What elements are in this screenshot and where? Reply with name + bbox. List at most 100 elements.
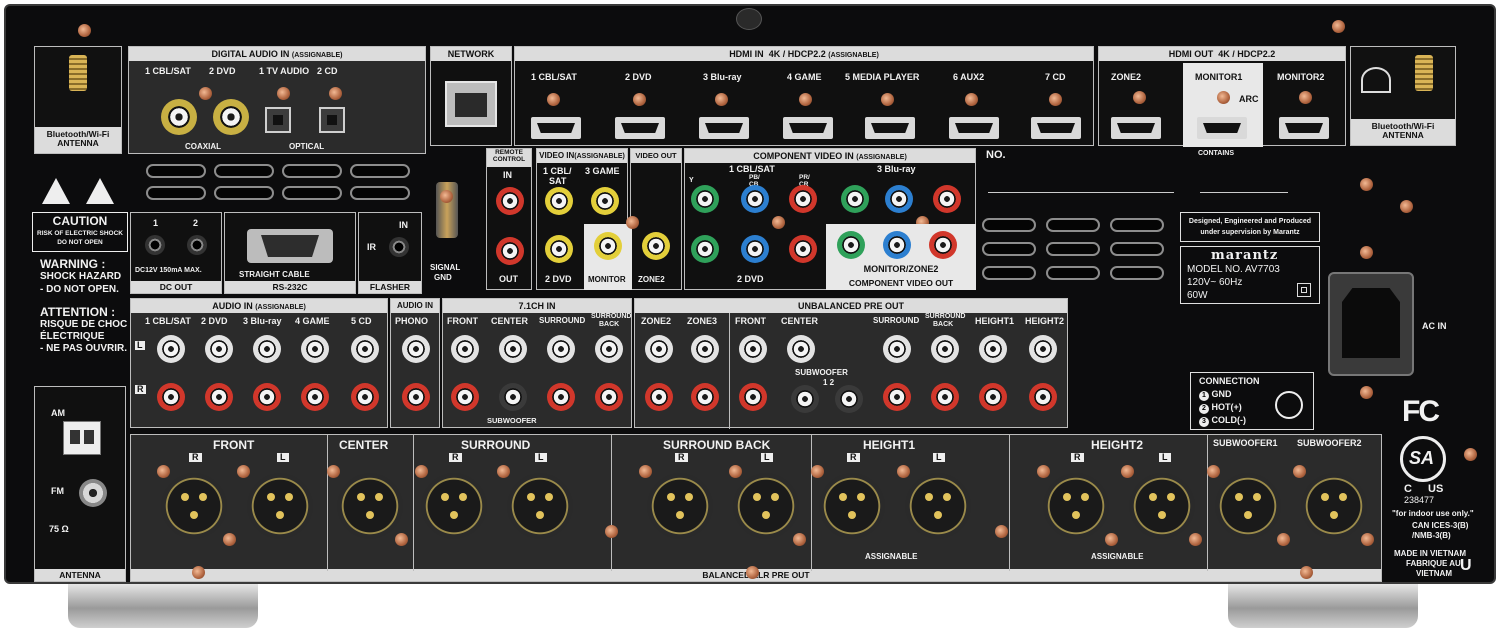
pre-out-surround-back-l[interactable]: [931, 335, 959, 363]
component-in-3-pb[interactable]: [885, 185, 913, 213]
xlr-center[interactable]: [337, 473, 403, 539]
xlr-front-l[interactable]: [247, 473, 313, 539]
audio-in-3-r[interactable]: [253, 383, 281, 411]
component-in-1-pr[interactable]: [789, 185, 817, 213]
component-out-y[interactable]: [837, 231, 865, 259]
pre-out-front-l[interactable]: [739, 335, 767, 363]
audio-in-4-l[interactable]: [301, 335, 329, 363]
component-in-3-y[interactable]: [841, 185, 869, 213]
component-in-1-pb[interactable]: [741, 185, 769, 213]
hdmi-in-port-5[interactable]: [865, 117, 915, 139]
pre-out-zone3-l[interactable]: [691, 335, 719, 363]
audio-in-2-l[interactable]: [205, 335, 233, 363]
audio-in-5-r[interactable]: [351, 383, 379, 411]
remote-out-jack[interactable]: [496, 237, 524, 265]
phono-r[interactable]: [402, 383, 430, 411]
connection-cold: 3 COLD(-): [1199, 415, 1246, 427]
pre-out-height2-l[interactable]: [1029, 335, 1057, 363]
xlr-height2-l[interactable]: [1129, 473, 1195, 539]
connection-title: CONNECTION: [1199, 376, 1260, 386]
fcc-logo: FC: [1402, 395, 1440, 428]
xlr-surround-l[interactable]: [507, 473, 573, 539]
xlr-height1-r[interactable]: [819, 473, 885, 539]
screw: [1360, 386, 1373, 399]
component-in-1-y[interactable]: [691, 185, 719, 213]
dc-out-jack-1[interactable]: [145, 235, 165, 255]
pre-out-height1-r[interactable]: [979, 383, 1007, 411]
video-out-monitor-jack[interactable]: [594, 232, 622, 260]
hdmi-in-port-6[interactable]: [949, 117, 999, 139]
antenna-connector[interactable]: [1415, 55, 1433, 91]
video-in-jack-1[interactable]: [545, 187, 573, 215]
ch71-surround-l[interactable]: [547, 335, 575, 363]
dc-out-title: DC OUT: [131, 281, 221, 293]
remote-in-jack[interactable]: [496, 187, 524, 215]
db9-port[interactable]: [247, 229, 333, 263]
hdmi-in-port-4[interactable]: [783, 117, 833, 139]
hdmi-out-zone2-port[interactable]: [1111, 117, 1161, 139]
pre-out-surround-r[interactable]: [883, 383, 911, 411]
audio-in-1-r[interactable]: [157, 383, 185, 411]
pre-out-surround-l[interactable]: [883, 335, 911, 363]
pre-out-subwoofer-1[interactable]: [791, 385, 819, 413]
ch71-surround-back-r[interactable]: [595, 383, 623, 411]
pre-out-height1-l[interactable]: [979, 335, 1007, 363]
pre-out-subwoofer-2[interactable]: [835, 385, 863, 413]
ch71-front-r[interactable]: [451, 383, 479, 411]
ch71-front-l[interactable]: [451, 335, 479, 363]
ch71-subwoofer[interactable]: [499, 383, 527, 411]
ac-inlet[interactable]: [1328, 272, 1414, 376]
component-in-2-pb[interactable]: [741, 235, 769, 263]
dc-out-jack-2[interactable]: [187, 235, 207, 255]
pre-out-center[interactable]: [787, 335, 815, 363]
foot-right: [1228, 584, 1418, 628]
component-out-pr[interactable]: [929, 231, 957, 259]
video-out-zone2-jack[interactable]: [642, 232, 670, 260]
audio-in-5-l[interactable]: [351, 335, 379, 363]
xlr-subwoofer1[interactable]: [1215, 473, 1281, 539]
coaxial-jack-1[interactable]: [161, 99, 197, 135]
am-terminal[interactable]: [63, 421, 101, 455]
component-in-3-pr[interactable]: [933, 185, 961, 213]
xlr-height2-r[interactable]: [1043, 473, 1109, 539]
component-in-2-y[interactable]: [691, 235, 719, 263]
ch71-surround-r[interactable]: [547, 383, 575, 411]
pre-out-height2-r[interactable]: [1029, 383, 1057, 411]
pre-out-zone3-r[interactable]: [691, 383, 719, 411]
ch71-center[interactable]: [499, 335, 527, 363]
hdmi-out-monitor1-port[interactable]: [1197, 117, 1247, 139]
antenna-connector[interactable]: [69, 55, 87, 91]
xlr-surround-back-r[interactable]: [647, 473, 713, 539]
ch71-surround-back-l[interactable]: [595, 335, 623, 363]
hdmi-in-port-1[interactable]: [531, 117, 581, 139]
hdmi-in-port-3[interactable]: [699, 117, 749, 139]
phono-l[interactable]: [402, 335, 430, 363]
xlr-front-r[interactable]: [161, 473, 227, 539]
xlr-subwoofer2[interactable]: [1301, 473, 1367, 539]
coaxial-jack-2[interactable]: [213, 99, 249, 135]
pre-out-surround-back-r[interactable]: [931, 383, 959, 411]
audio-in-4-r[interactable]: [301, 383, 329, 411]
hdmi-in-port-2[interactable]: [615, 117, 665, 139]
audio-in-2-r[interactable]: [205, 383, 233, 411]
video-in-jack-2[interactable]: [545, 235, 573, 263]
screw: [547, 93, 560, 106]
ethernet-port[interactable]: [445, 81, 497, 127]
xlr-height1-l[interactable]: [905, 473, 971, 539]
flasher-jack[interactable]: [389, 237, 409, 257]
hdmi-in-port-7[interactable]: [1031, 117, 1081, 139]
pre-out-zone2-l[interactable]: [645, 335, 673, 363]
pre-out-front-r[interactable]: [739, 383, 767, 411]
fm-connector[interactable]: [79, 479, 107, 507]
pre-out-zone2-r[interactable]: [645, 383, 673, 411]
video-in-jack-3[interactable]: [591, 187, 619, 215]
component-out-pb[interactable]: [883, 231, 911, 259]
xlr-surround-back-l[interactable]: [733, 473, 799, 539]
audio-in-3-l[interactable]: [253, 335, 281, 363]
optical-port-2[interactable]: [319, 107, 345, 133]
audio-in-1-l[interactable]: [157, 335, 185, 363]
xlr-surround-r[interactable]: [421, 473, 487, 539]
component-in-2-pr[interactable]: [789, 235, 817, 263]
hdmi-out-monitor2-port[interactable]: [1279, 117, 1329, 139]
optical-port-1[interactable]: [265, 107, 291, 133]
